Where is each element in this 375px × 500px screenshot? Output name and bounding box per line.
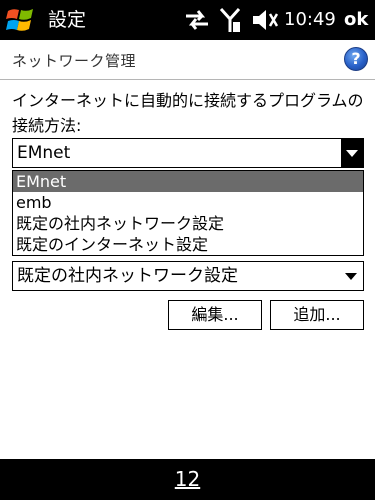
internet-connection-dropdown: EMnet emb 既定の社内ネットワーク設定 既定のインターネット設定	[12, 170, 364, 256]
softkey-bar: 12	[0, 459, 375, 500]
help-icon[interactable]: ?	[344, 47, 368, 71]
title-bar: 設定 10:49 ok	[0, 0, 375, 40]
chevron-down-icon[interactable]	[341, 139, 363, 167]
private-network-value: 既定の社内ネットワーク設定	[17, 266, 238, 286]
dropdown-option-emb[interactable]: emb	[13, 192, 363, 213]
clock[interactable]: 10:49	[284, 9, 336, 31]
window-title: 設定	[48, 9, 87, 31]
dropdown-option-emnet[interactable]: EMnet	[13, 171, 363, 192]
dropdown-option-default-internet[interactable]: 既定のインターネット設定	[13, 234, 363, 255]
volume-muted-icon[interactable]	[250, 8, 278, 32]
internet-connection-prompt: インターネットに自動的に接続するプログラムの接続方法:	[12, 91, 364, 135]
ok-button[interactable]: ok	[344, 9, 368, 31]
chevron-down-icon[interactable]	[345, 273, 357, 280]
windows-logo-icon[interactable]	[6, 6, 36, 34]
data-sync-icon[interactable]	[184, 9, 210, 31]
private-network-select[interactable]: 既定の社内ネットワーク設定	[12, 261, 364, 291]
signal-icon[interactable]	[218, 7, 242, 33]
add-button[interactable]: 追加...	[270, 300, 364, 330]
edit-button[interactable]: 編集...	[168, 300, 262, 330]
internet-connection-value: EMnet	[17, 143, 71, 163]
internet-connection-select[interactable]: EMnet	[12, 138, 364, 168]
page-title: ネットワーク管理	[12, 52, 137, 70]
section-header: ネットワーク管理	[0, 40, 375, 80]
keyboard-softkey[interactable]: 12	[0, 467, 375, 491]
dropdown-option-default-work[interactable]: 既定の社内ネットワーク設定	[13, 213, 363, 234]
